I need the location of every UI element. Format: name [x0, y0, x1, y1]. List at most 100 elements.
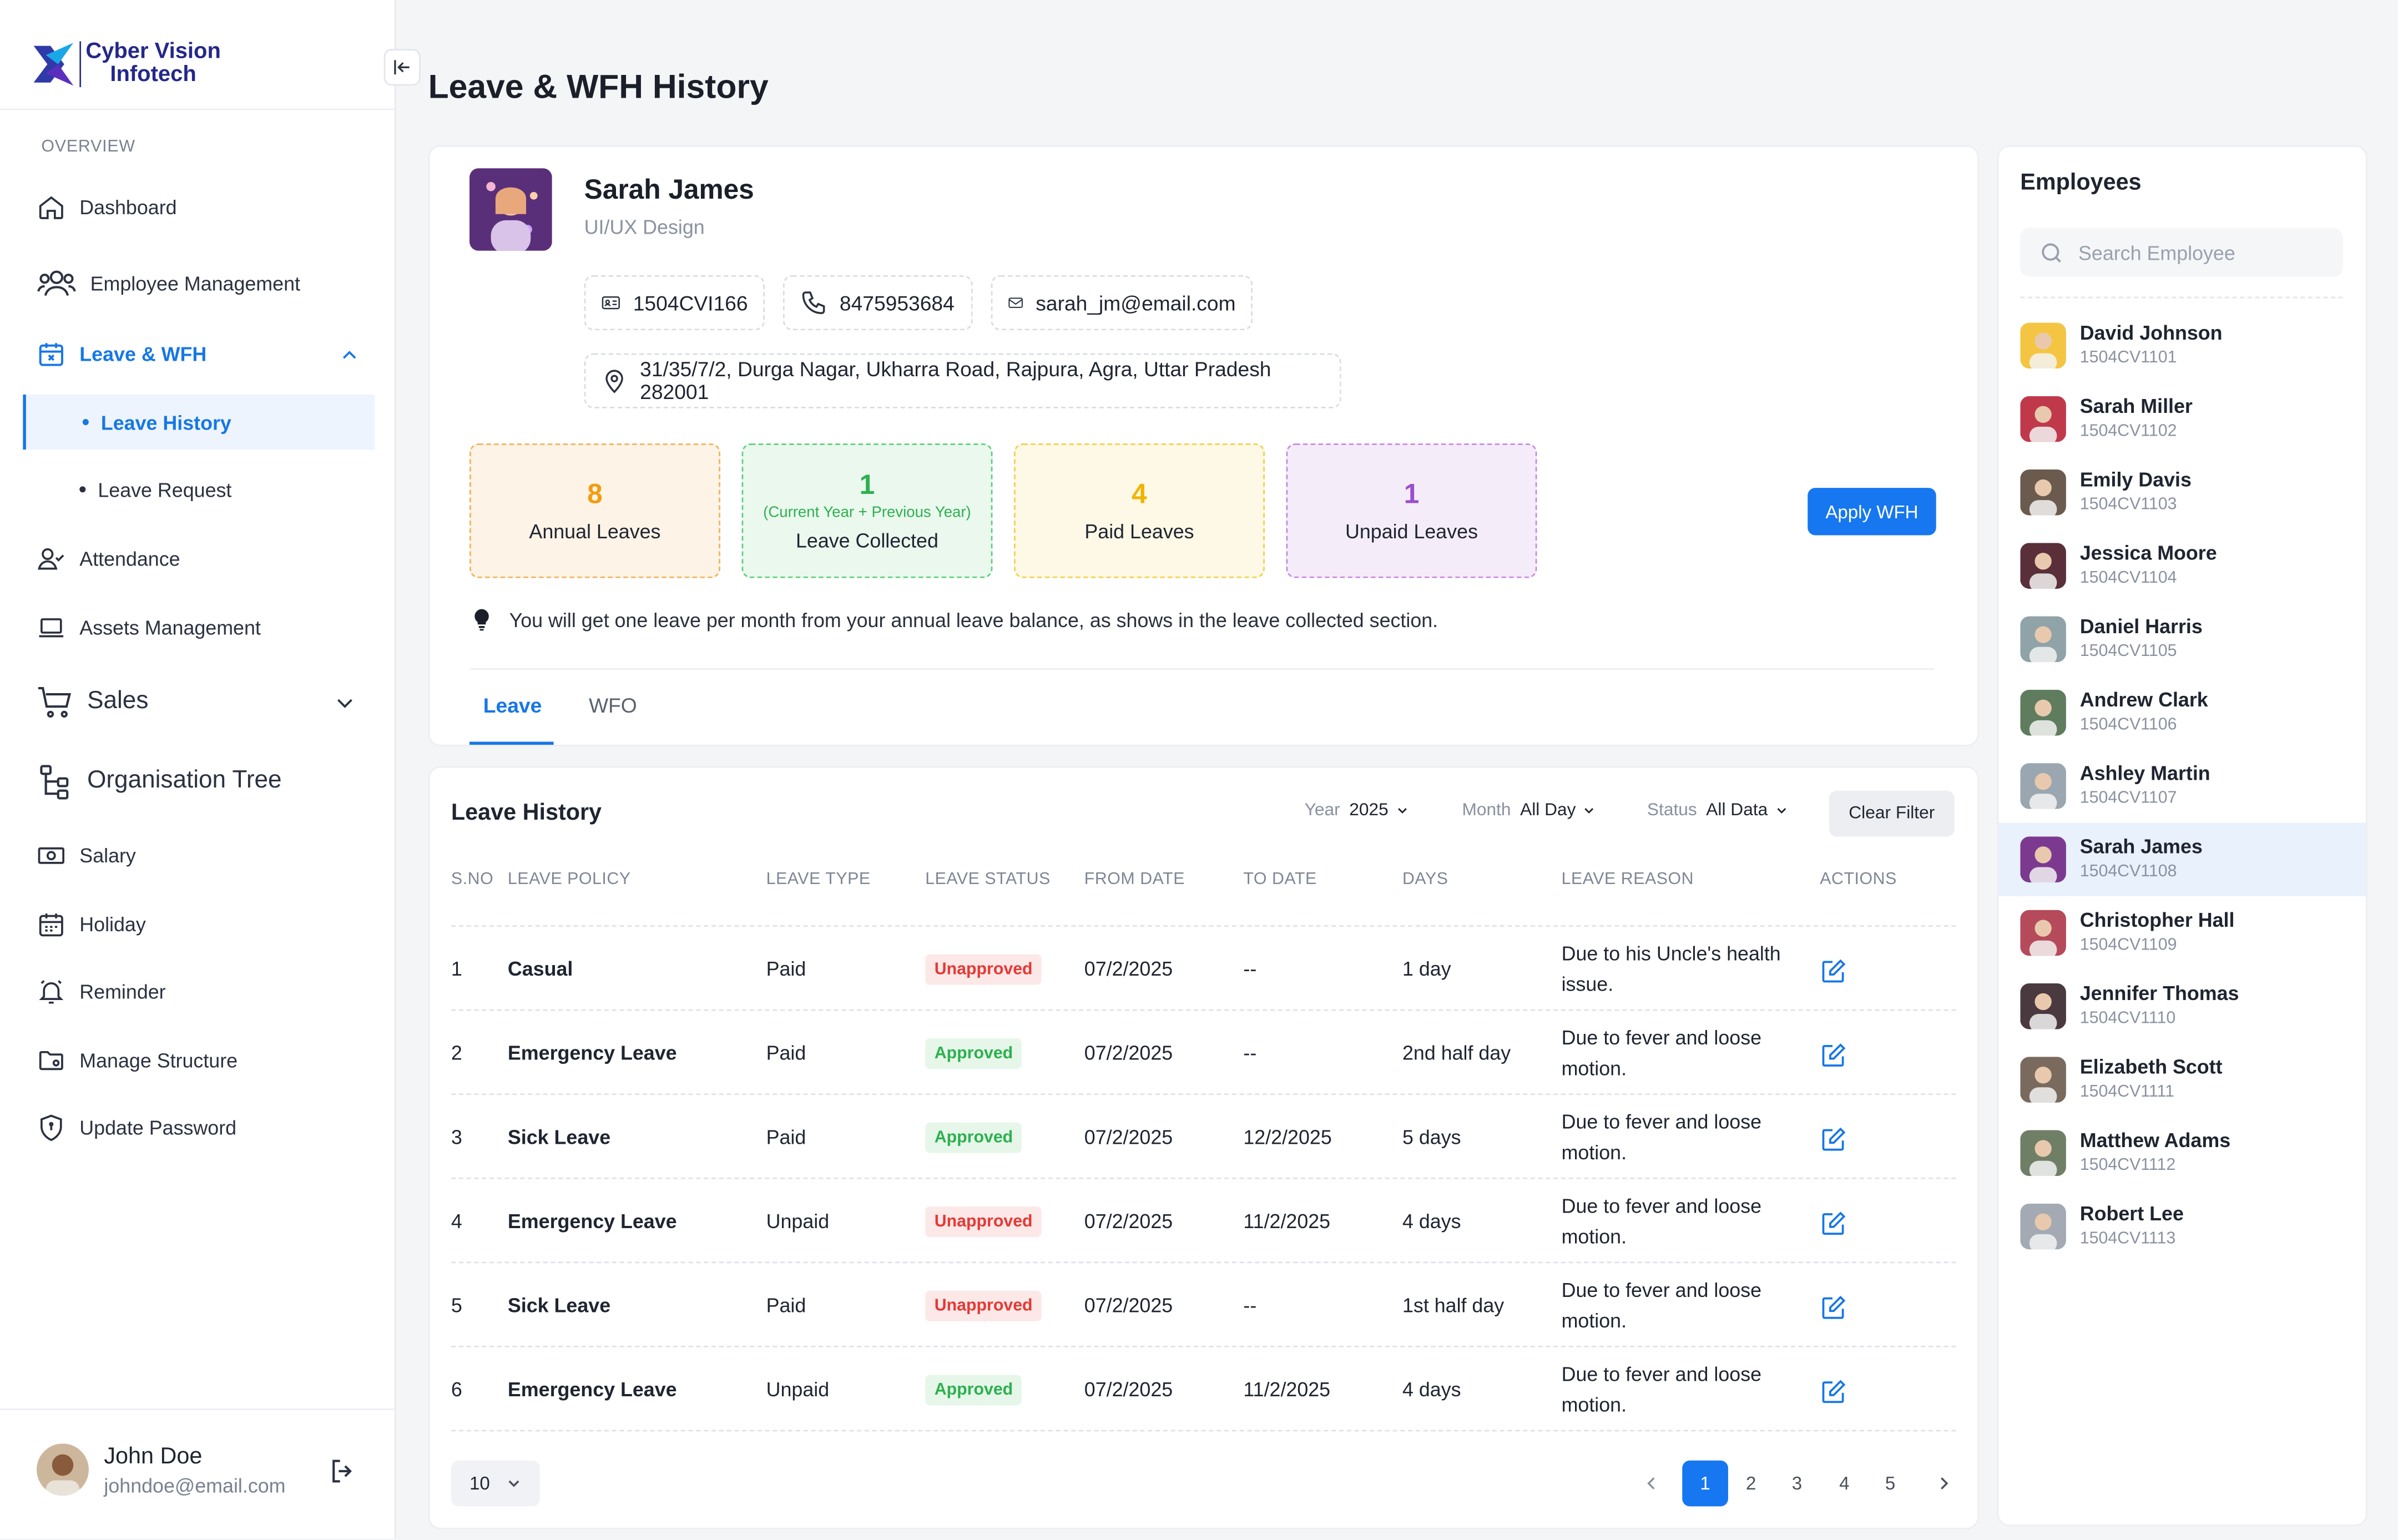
- sidebar-subitem-leave-history[interactable]: Leave History: [23, 394, 375, 450]
- apply-wfh-button[interactable]: Apply WFH: [1808, 488, 1936, 536]
- sidebar-item-salary[interactable]: Salary: [37, 841, 136, 870]
- page-button[interactable]: 4: [1821, 1461, 1867, 1507]
- cell-leave-reason: Due to fever and loose motion.: [1561, 1278, 1762, 1332]
- tab-wfo[interactable]: WFO: [589, 694, 637, 717]
- avatar: [2020, 1130, 2066, 1177]
- sidebar-item-sales[interactable]: Sales: [37, 684, 148, 720]
- column-header: S.NO: [451, 870, 494, 889]
- month-filter[interactable]: Month All Day: [1462, 801, 1597, 820]
- table-row: 6 Emergency Leave Unpaid Approved 07/2/2…: [451, 1346, 1956, 1431]
- stat-value: 8: [587, 478, 603, 509]
- brand-logo[interactable]: Cyber Vision Infotech: [31, 40, 221, 89]
- column-header: LEAVE TYPE: [766, 870, 871, 889]
- employee-list-item[interactable]: Matthew Adams 1504CV1112: [1999, 1117, 2366, 1190]
- email-chip: sarah_jm@email.com: [991, 275, 1253, 331]
- page-button[interactable]: 3: [1774, 1461, 1820, 1507]
- sidebar-item-organisation-tree[interactable]: Organisation Tree: [37, 763, 282, 800]
- edit-icon[interactable]: [1820, 1210, 1847, 1238]
- employee-list-item[interactable]: Jessica Moore 1504CV1104: [1999, 529, 2366, 602]
- employee-list-item[interactable]: Christopher Hall 1504CV1109: [1999, 896, 2366, 970]
- tab-leave[interactable]: Leave: [483, 694, 542, 717]
- cell-from-date: 07/2/2025: [1084, 957, 1173, 981]
- users-icon: [37, 270, 76, 296]
- filter-value: All Data: [1706, 801, 1768, 820]
- sidebar-item-employee-management[interactable]: Employee Management: [37, 266, 300, 300]
- next-page-button[interactable]: [1921, 1461, 1967, 1507]
- avatar-icon: [2020, 543, 2066, 589]
- filter-label: Status: [1647, 801, 1697, 820]
- clear-filter-button[interactable]: Clear Filter: [1829, 790, 1955, 837]
- stat-label: Paid Leaves: [1084, 519, 1194, 543]
- cart-icon: [38, 686, 72, 718]
- chevron-up-icon[interactable]: [340, 346, 360, 366]
- column-header: LEAVE STATUS: [925, 870, 1051, 889]
- money-icon: [38, 847, 64, 864]
- employee-list-item[interactable]: Andrew Clark 1504CV1106: [1999, 676, 2366, 749]
- active-tab-indicator: [469, 741, 554, 745]
- chevron-down-icon[interactable]: [334, 691, 356, 714]
- status-filter[interactable]: Status All Data: [1647, 801, 1789, 820]
- cell-leave-type: Paid: [766, 1125, 806, 1149]
- page-button[interactable]: 2: [1728, 1461, 1774, 1507]
- edit-icon[interactable]: [1820, 1294, 1847, 1321]
- divider: [2020, 296, 2343, 299]
- employee-name: Christopher Hall: [2079, 908, 2235, 932]
- edit-icon[interactable]: [1820, 1042, 1847, 1069]
- shield-icon: [41, 1114, 62, 1142]
- employee-list-item[interactable]: Elizabeth Scott 1504CV1111: [1999, 1043, 2366, 1116]
- cell-to-date: 12/2/2025: [1243, 1125, 1332, 1149]
- sidebar-item-reminder[interactable]: Reminder: [37, 977, 166, 1006]
- avatar-icon: [2020, 910, 2066, 956]
- stat-label: Leave Collected: [795, 529, 938, 552]
- search-employee-input[interactable]: Search Employee: [2020, 228, 2343, 277]
- cell-leave-reason: Due to fever and loose motion.: [1561, 1362, 1762, 1416]
- avatar[interactable]: [37, 1443, 89, 1496]
- page-button[interactable]: 5: [1867, 1461, 1914, 1507]
- employee-list-item[interactable]: Daniel Harris 1504CV1105: [1999, 603, 2366, 676]
- year-filter[interactable]: Year 2025: [1305, 801, 1410, 820]
- chevron-down-icon: [1585, 808, 1594, 814]
- sidebar-item-label: Sales: [87, 688, 149, 714]
- employee-list-item[interactable]: Sarah Miller 1504CV1102: [1999, 382, 2366, 456]
- cell-leave-type: Paid: [766, 1041, 806, 1064]
- sidebar-item-holiday[interactable]: Holiday: [37, 910, 146, 939]
- sidebar-item-attendance[interactable]: Attendance: [37, 544, 180, 573]
- edit-icon[interactable]: [1820, 1378, 1847, 1406]
- employee-list-item[interactable]: Sarah James 1504CV1108: [1998, 822, 2366, 896]
- column-header: FROM DATE: [1084, 870, 1185, 889]
- sidebar-item-label: Assets Management: [79, 616, 261, 639]
- cell-sno: 5: [451, 1294, 462, 1317]
- employee-list-item[interactable]: David Johnson 1504CV1101: [1999, 309, 2366, 382]
- employee-list-item[interactable]: Jennifer Thomas 1504CV1110: [1999, 970, 2366, 1043]
- cell-leave-reason: Due to fever and loose motion.: [1561, 1194, 1762, 1248]
- sidebar-item-assets-management[interactable]: Assets Management: [37, 613, 261, 642]
- cell-to-date: --: [1243, 1294, 1257, 1317]
- stat-label: Annual Leaves: [529, 519, 661, 543]
- sidebar-item-leave-wfh[interactable]: Leave & WFH: [37, 340, 206, 368]
- page-button[interactable]: 1: [1682, 1460, 1728, 1507]
- cell-leave-policy: Emergency Leave: [507, 1209, 677, 1233]
- avatar-icon: [37, 1443, 89, 1496]
- logout-icon[interactable]: [327, 1456, 358, 1486]
- table-title: Leave History: [451, 800, 602, 826]
- sidebar-item-manage-structure[interactable]: Manage Structure: [37, 1046, 238, 1075]
- employee-name: Elizabeth Scott: [2079, 1055, 2223, 1078]
- stat-annual-leaves: 8 Annual Leaves: [469, 443, 720, 578]
- rows-per-page-select[interactable]: 10: [451, 1460, 540, 1507]
- employee-list-item[interactable]: Robert Lee 1504CV1113: [1999, 1190, 2366, 1263]
- sidebar-item-dashboard[interactable]: Dashboard: [37, 193, 177, 221]
- brand-name: Cyber Vision Infotech: [79, 41, 221, 88]
- chevron-down-icon: [1397, 808, 1407, 814]
- avatar-icon: [2020, 983, 2066, 1029]
- collapse-sidebar-button[interactable]: [383, 49, 421, 86]
- prev-page-button[interactable]: [1629, 1461, 1675, 1507]
- employee-list-item[interactable]: Emily Davis 1504CV1103: [1999, 456, 2366, 529]
- cell-leave-policy: Sick Leave: [507, 1294, 611, 1317]
- sidebar-item-update-password[interactable]: Update Password: [37, 1113, 236, 1142]
- sidebar-subitem-leave-request[interactable]: Leave Request: [23, 462, 371, 517]
- employee-list-item[interactable]: Ashley Martin 1504CV1107: [1999, 749, 2366, 822]
- avatar-icon: [2020, 763, 2066, 809]
- table-row: 2 Emergency Leave Paid Approved 07/2/202…: [451, 1009, 1956, 1095]
- edit-icon[interactable]: [1820, 957, 1847, 985]
- edit-icon[interactable]: [1820, 1125, 1847, 1153]
